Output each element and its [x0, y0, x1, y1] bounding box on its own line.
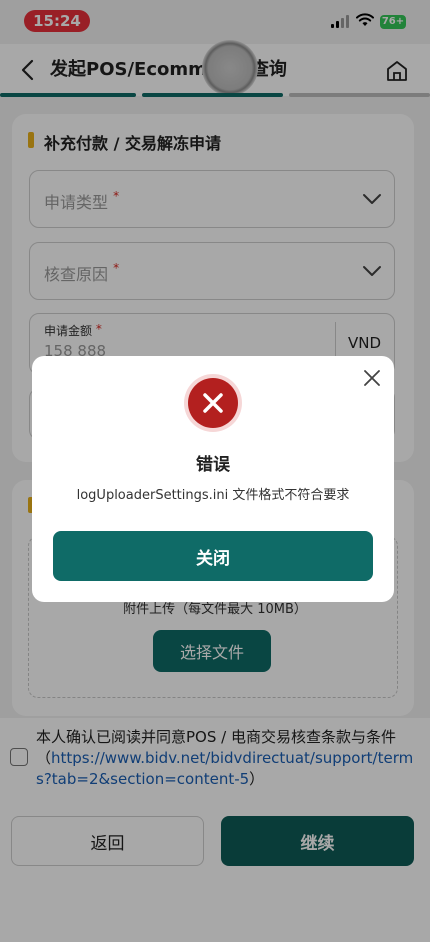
dialog-close-button[interactable]: 关闭 [53, 531, 373, 581]
error-icon [188, 378, 238, 428]
close-icon[interactable] [362, 368, 382, 388]
dialog-title: 错误 [196, 455, 230, 475]
dialog-message: logUploaderSettings.ini 文件格式不符合要求 [76, 488, 350, 503]
error-dialog: 错误 logUploaderSettings.ini 文件格式不符合要求 关闭 [32, 356, 394, 602]
